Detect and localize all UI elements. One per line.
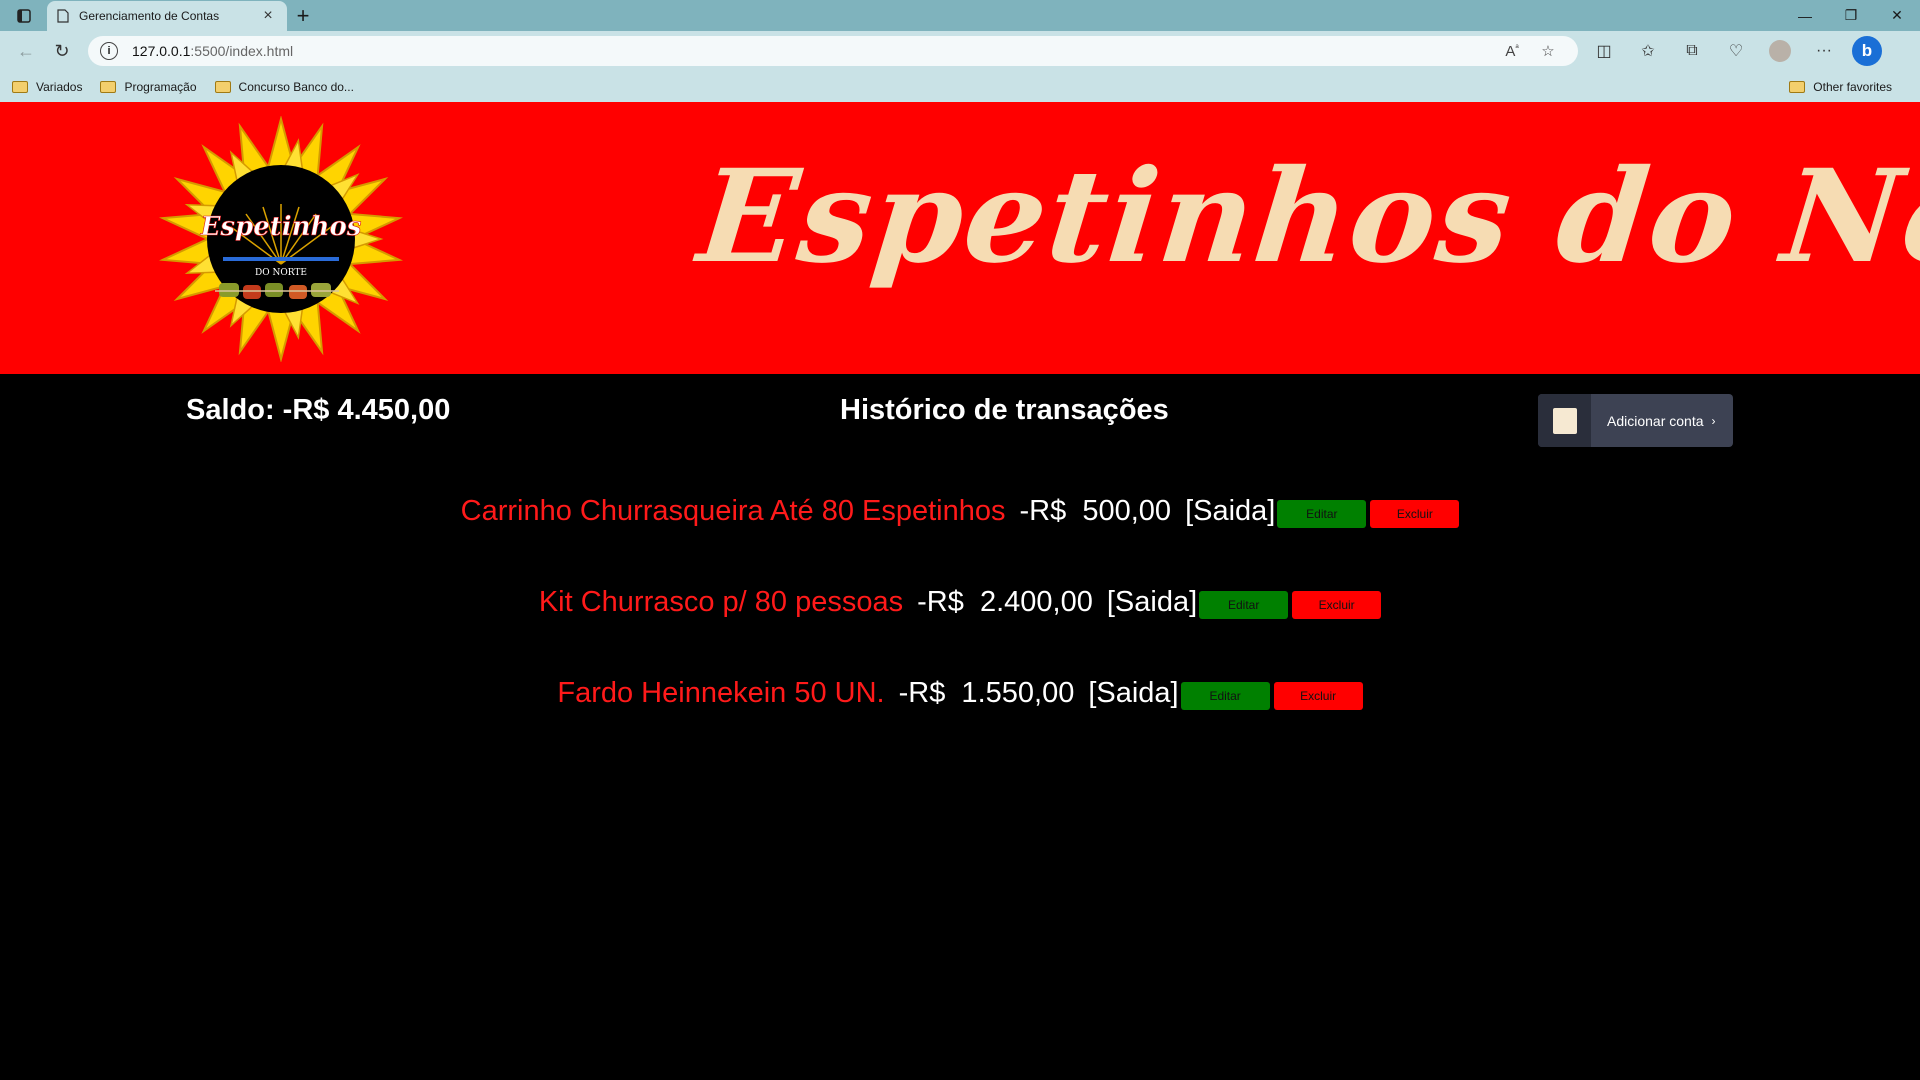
refresh-button[interactable]: ↻ (44, 35, 80, 67)
address-bar[interactable]: i 127.0.0.1:5500/index.html Aᵃ ☆ (88, 36, 1578, 66)
transaction-amount: -R$ 2.400,00 (917, 585, 1093, 618)
note-icon (1552, 407, 1577, 434)
back-button[interactable]: ← (8, 35, 44, 67)
read-aloud-icon[interactable]: Aᵃ (1494, 42, 1530, 60)
transaction-name: Fardo Heinnekein 50 UN. (557, 676, 885, 709)
chevron-right-icon: › (1711, 413, 1716, 428)
transaction-name: Carrinho Churrasqueira Até 80 Espetinhos (460, 494, 1006, 527)
favorite-star-icon[interactable]: ☆ (1530, 42, 1566, 60)
transaction-row: Kit Churrasco p/ 80 pessoas -R$ 2.400,00… (0, 585, 1920, 619)
collections-icon[interactable]: ⧉ (1670, 35, 1714, 67)
edit-button[interactable]: Editar (1180, 682, 1270, 710)
tab-close-icon[interactable]: × (259, 7, 277, 25)
site-info-icon[interactable]: i (100, 42, 118, 60)
add-account-label: Adicionar conta (1607, 412, 1704, 429)
transaction-type: [Saida] (1088, 676, 1179, 709)
close-window-icon[interactable]: ✕ (1874, 0, 1920, 31)
transaction-row: Fardo Heinnekein 50 UN. -R$ 1.550,00 [Sa… (0, 676, 1920, 710)
balance-label: Saldo: -R$ 4.450,00 (186, 394, 451, 426)
summary-bar: Saldo: -R$ 4.450,00 Histórico de transaç… (0, 374, 1920, 464)
folder-icon (1789, 80, 1806, 93)
brand-title: Espetinhos do Norte (692, 142, 1920, 292)
tab-actions-icon (16, 8, 31, 23)
header-banner: Espetinhos DO NORTE Espetinhos do Norte (0, 102, 1920, 374)
tab-bar: Gerenciamento de Contas × + — ❐ ✕ (0, 0, 1920, 31)
page-icon (57, 9, 69, 23)
transaction-amount: -R$ 500,00 (1019, 494, 1172, 527)
logo-subtext: DO NORTE (255, 268, 307, 278)
transaction-type: [Saida] (1106, 585, 1198, 618)
transaction-name: Kit Churrasco p/ 80 pessoas (538, 585, 904, 618)
skewers-illustration (215, 283, 339, 299)
browser-chrome: Gerenciamento de Contas × + — ❐ ✕ ← ↻ i … (0, 0, 1920, 102)
history-title: Histórico de transações (840, 394, 1169, 426)
logo-text: Espetinhos (200, 212, 362, 242)
sunflower-logo: Espetinhos DO NORTE (159, 116, 403, 362)
favorite-label: Concurso Banco do... (238, 79, 354, 94)
browser-tab[interactable]: Gerenciamento de Contas × (47, 1, 287, 31)
favorite-folder-programacao[interactable]: Programação (100, 79, 197, 94)
new-tab-button[interactable]: + (287, 1, 319, 31)
other-favorites[interactable]: Other favorites (1789, 71, 1892, 102)
url-host: 127.0.0.1 (132, 43, 191, 59)
toolbar: ◫ ✩ ⧉ ♡ ··· (1582, 35, 1846, 67)
edit-button[interactable]: Editar (1277, 500, 1367, 528)
favorite-folder-concurso[interactable]: Concurso Banco do... (214, 79, 354, 94)
delete-button[interactable]: Excluir (1273, 682, 1363, 710)
tab-actions-button[interactable] (0, 0, 47, 31)
restore-icon[interactable]: ❐ (1828, 0, 1874, 31)
extensions-icon[interactable]: ♡ (1714, 35, 1758, 67)
add-account-button[interactable]: Adicionar conta › (1538, 394, 1733, 447)
other-favorites-label: Other favorites (1813, 79, 1892, 94)
favorite-folder-variados[interactable]: Variados (12, 80, 82, 94)
delete-button[interactable]: Excluir (1292, 591, 1382, 619)
favorites-bar: Variados Programação Concurso Banco do..… (0, 71, 1920, 102)
add-account-icon-wrap (1538, 394, 1591, 447)
window-controls: — ❐ ✕ (1782, 0, 1920, 31)
folder-icon (12, 80, 28, 93)
navigation-bar: ← ↻ i 127.0.0.1:5500/index.html Aᵃ ☆ ◫ ✩… (0, 31, 1920, 71)
folder-icon (100, 80, 117, 93)
favorite-label: Programação (124, 79, 197, 94)
delete-button[interactable]: Excluir (1370, 500, 1460, 528)
page: Espetinhos DO NORTE Espetinhos do Norte … (0, 102, 1920, 1080)
favorites-icon[interactable]: ✩ (1626, 35, 1670, 67)
url-path: :5500/index.html (190, 43, 294, 59)
profile-avatar[interactable] (1769, 40, 1791, 62)
transaction-type: [Saida] (1185, 494, 1276, 527)
split-screen-icon[interactable]: ◫ (1582, 35, 1626, 67)
tab-title: Gerenciamento de Contas (79, 9, 220, 23)
transaction-amount: -R$ 1.550,00 (898, 676, 1075, 709)
folder-icon (214, 80, 231, 93)
more-icon[interactable]: ··· (1802, 35, 1846, 67)
favorite-label: Variados (36, 79, 83, 94)
minimize-icon[interactable]: — (1782, 0, 1828, 31)
transaction-row: Carrinho Churrasqueira Até 80 Espetinhos… (0, 494, 1920, 528)
edit-button[interactable]: Editar (1199, 591, 1289, 619)
copilot-icon[interactable]: b (1852, 36, 1882, 66)
